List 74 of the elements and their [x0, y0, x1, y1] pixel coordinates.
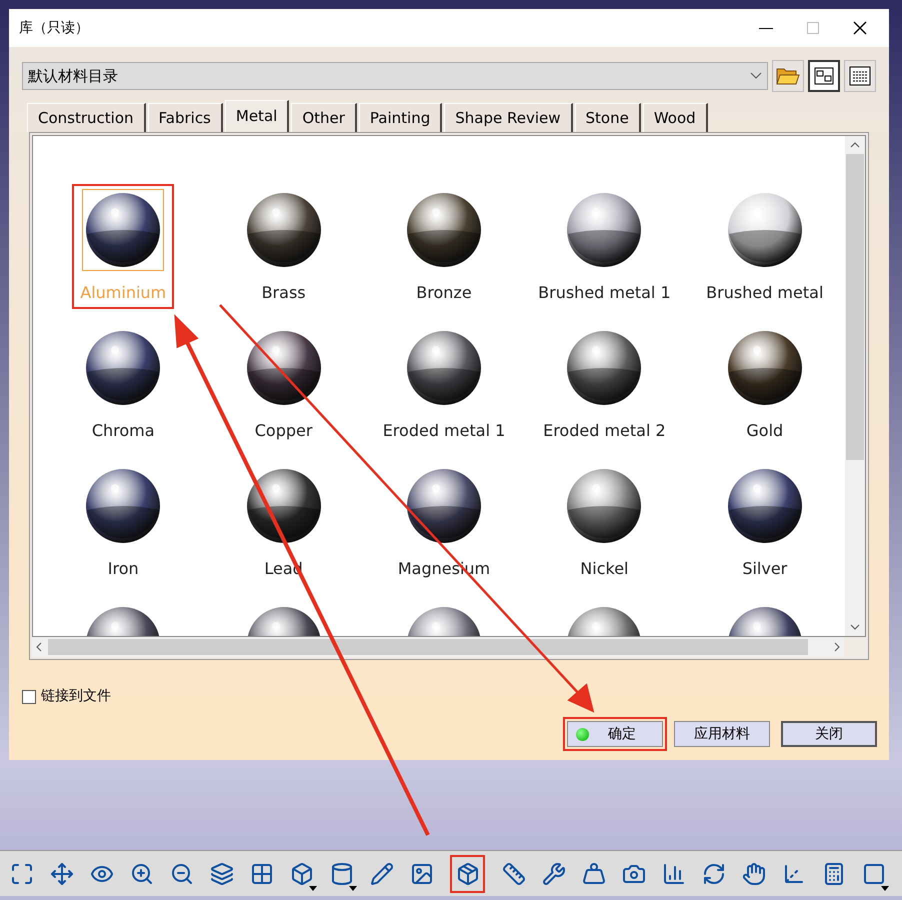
- toolbar-button[interactable]: [450, 854, 485, 892]
- open-folder-button[interactable]: [772, 60, 804, 92]
- material-label: Iron: [108, 558, 139, 580]
- wrench-icon: [542, 862, 566, 886]
- image-icon: [410, 862, 434, 886]
- material-label: Aluminium: [80, 282, 166, 304]
- refresh-icon: [702, 862, 726, 886]
- material-item[interactable]: Brushed metal 1: [530, 184, 679, 309]
- material-label: Chroma: [92, 420, 155, 442]
- icon-view-icon: [814, 67, 834, 85]
- vertical-scrollbar[interactable]: [845, 136, 865, 636]
- list-view-button[interactable]: [844, 60, 876, 92]
- hand-icon: [742, 862, 766, 886]
- material-item[interactable]: Eroded metal 1: [374, 322, 514, 447]
- tab[interactable]: Shape Review: [444, 103, 572, 132]
- material-label: Bronze: [416, 282, 472, 304]
- checkbox-label: 链接到文件: [41, 687, 111, 706]
- material-label: Gold: [746, 420, 784, 442]
- dialog-button[interactable]: 确定: [567, 721, 663, 747]
- scroll-up-icon[interactable]: [850, 142, 860, 148]
- scroll-down-icon[interactable]: [850, 624, 860, 630]
- catalog-dropdown[interactable]: 默认材料目录: [22, 62, 768, 90]
- folder-icon: [776, 66, 800, 86]
- close-icon[interactable]: [853, 21, 867, 35]
- material-label: Eroded metal 2: [543, 420, 666, 442]
- icon-view-button[interactable]: [808, 60, 840, 92]
- list-view-icon: [849, 66, 871, 86]
- zoom-out-icon: [170, 862, 194, 886]
- square-icon: [862, 862, 886, 886]
- tab[interactable]: Metal: [224, 100, 290, 132]
- material-item[interactable]: Bronze: [394, 184, 493, 309]
- material-item[interactable]: Iron: [74, 460, 172, 585]
- material-item[interactable]: Eroded metal 2: [535, 322, 674, 447]
- layers-icon: [210, 862, 234, 886]
- cube-icon: [290, 862, 314, 886]
- pencil-icon: [370, 862, 394, 886]
- material-item[interactable]: Brushed metal: [698, 184, 832, 309]
- material-item[interactable]: Chroma: [74, 322, 172, 447]
- tab[interactable]: Construction: [27, 103, 146, 132]
- checkbox[interactable]: [22, 690, 36, 704]
- material-label: Brushed metal: [706, 282, 824, 304]
- material-label: Copper: [254, 420, 312, 442]
- material-label: Nickel: [580, 558, 628, 580]
- tab[interactable]: Other: [291, 103, 357, 132]
- dialog-button[interactable]: 应用材料: [674, 721, 770, 747]
- material-item[interactable]: Silver: [716, 460, 814, 585]
- tab[interactable]: Fabrics: [148, 103, 223, 132]
- material-item[interactable]: Copper: [234, 322, 333, 447]
- material-label: Silver: [742, 558, 788, 580]
- material-label: Brass: [262, 282, 306, 304]
- weight-icon: [582, 862, 606, 886]
- scroll-left-icon[interactable]: [36, 642, 42, 652]
- material-label: Eroded metal 1: [382, 420, 506, 442]
- horizontal-scrollbar[interactable]: [32, 637, 844, 657]
- chevron-down-icon: [750, 72, 762, 80]
- material-item[interactable]: Nickel: [555, 460, 654, 585]
- material-item[interactable]: Gold: [716, 322, 814, 447]
- material-item[interactable]: Brass: [234, 184, 333, 309]
- tab[interactable]: Wood: [642, 103, 708, 132]
- scroll-right-icon[interactable]: [834, 642, 840, 652]
- zoom-in-icon: [130, 862, 154, 886]
- grid-icon: [250, 862, 274, 886]
- ruler-icon: [502, 862, 526, 886]
- tab[interactable]: Painting: [358, 103, 442, 132]
- tab[interactable]: Stone: [574, 103, 641, 132]
- status-light-icon: [576, 728, 589, 740]
- move-arrows-icon: [50, 862, 74, 886]
- package-icon: [456, 862, 480, 886]
- material-label: Brushed metal 1: [538, 282, 671, 304]
- bar-chart-icon: [662, 862, 686, 886]
- cylinder-icon: [330, 862, 354, 886]
- dialog-button[interactable]: 关闭: [781, 721, 877, 747]
- window-title: 库（只读）: [19, 18, 89, 38]
- fit-all-icon: [10, 862, 34, 886]
